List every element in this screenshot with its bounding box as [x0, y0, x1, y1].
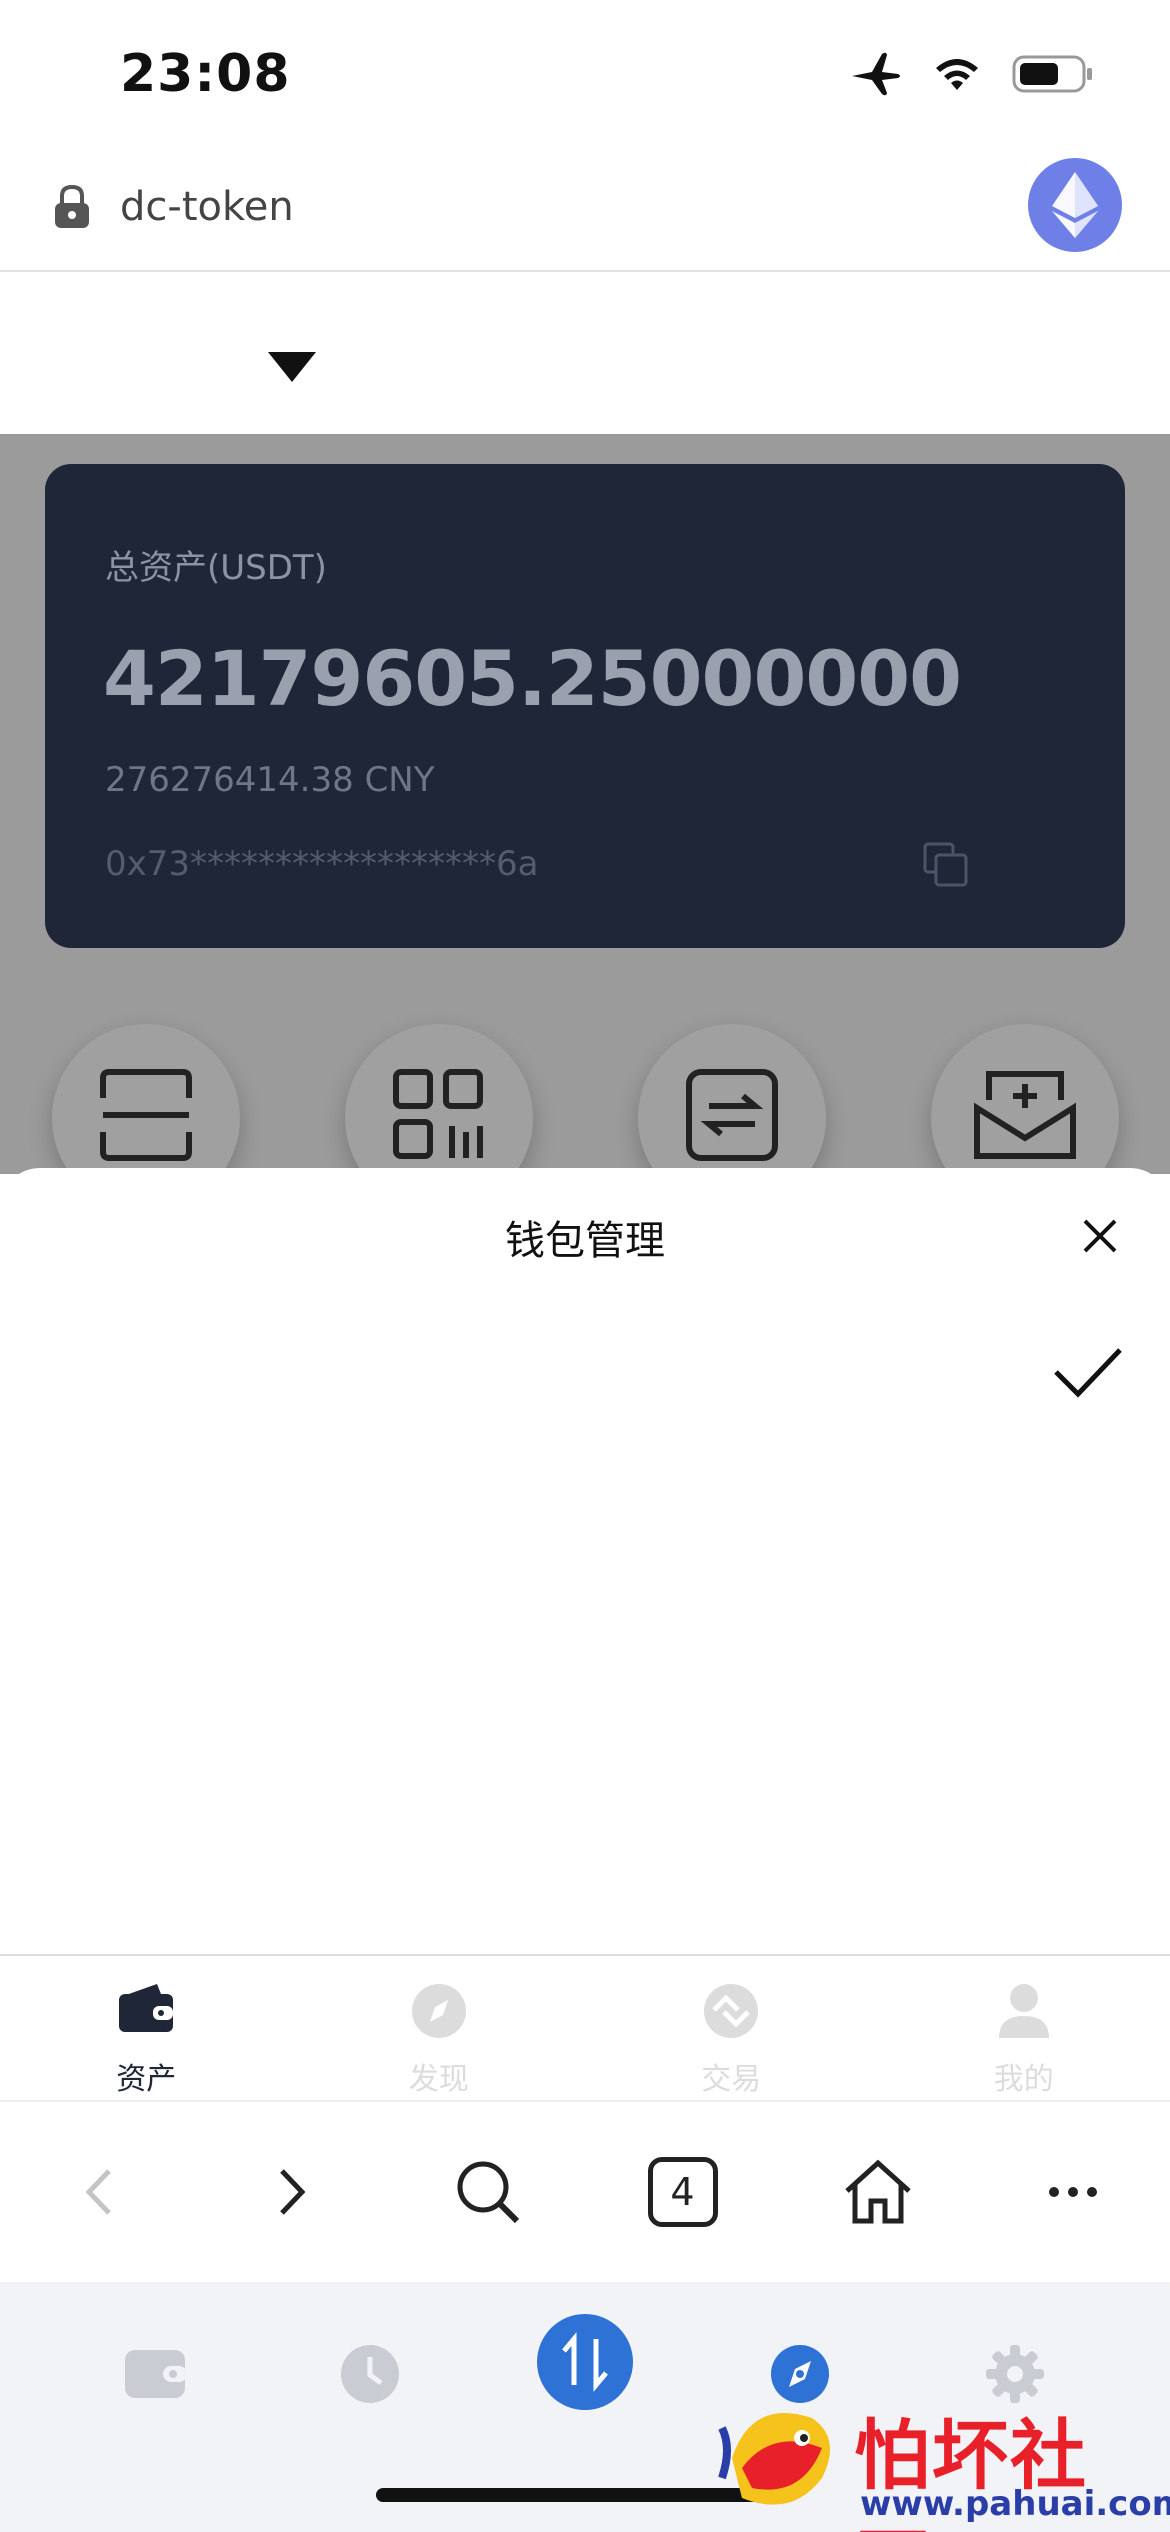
- receive-qr-button[interactable]: [345, 1024, 533, 1174]
- wallet-management-sheet: 钱包管理: [0, 1168, 1170, 1954]
- transfer-button[interactable]: [638, 1024, 826, 1174]
- wifi-icon: [936, 59, 978, 90]
- total-assets-label: 总资产(USDT): [105, 548, 327, 588]
- total-assets-cny: 276276414.38 CNY: [105, 760, 435, 800]
- more-icon: [1048, 2187, 1097, 2197]
- qr-code-icon: [393, 1069, 483, 1159]
- fish-logo-icon: [718, 2413, 830, 2505]
- swap-icon: [537, 2314, 633, 2410]
- airplane-mode-icon: [852, 52, 900, 96]
- chevron-right-icon: [279, 2169, 305, 2215]
- tab-label: 交易: [701, 2062, 762, 2097]
- wallet-selector-area: [0, 272, 1170, 434]
- ethereum-icon: [1052, 172, 1098, 238]
- url-bar[interactable]: dc-token: [0, 140, 1170, 272]
- receive-button[interactable]: [931, 1024, 1119, 1174]
- compass-icon: [411, 1984, 466, 2038]
- chevron-down-icon[interactable]: [268, 352, 316, 382]
- tab-label: 我的: [993, 2062, 1054, 2097]
- dock-history-button[interactable]: [320, 2324, 420, 2424]
- tabs-button[interactable]: 4: [623, 2132, 743, 2252]
- browser-navigation-bar: 4: [0, 2102, 1170, 2282]
- search-button[interactable]: [428, 2132, 548, 2252]
- watermark-url: www.pahuai.com: [860, 2484, 1170, 2524]
- tab-assets[interactable]: 资产: [0, 1956, 293, 2100]
- wallet-icon: [125, 2350, 187, 2398]
- exchange-icon: [704, 1984, 759, 2038]
- forward-button[interactable]: [233, 2132, 353, 2252]
- scan-button[interactable]: [52, 1024, 240, 1174]
- checkmark-icon[interactable]: [1052, 1344, 1124, 1400]
- dock-swap-button[interactable]: [535, 2312, 635, 2412]
- tab-count: 4: [647, 2157, 718, 2227]
- tab-label: 发现: [408, 2062, 469, 2097]
- app-tab-bar: 资产 发现 交易 我的: [0, 1954, 1170, 2102]
- battery-icon: [1012, 55, 1092, 93]
- search-icon: [457, 2161, 519, 2224]
- back-button[interactable]: [38, 2132, 158, 2252]
- tab-me[interactable]: 我的: [878, 1956, 1170, 2100]
- chevron-left-icon: [85, 2169, 111, 2215]
- wallet-address: 0x73******************6a: [105, 844, 539, 884]
- tab-discover[interactable]: 发现: [293, 1956, 586, 2100]
- tab-label: 资产: [116, 2062, 177, 2097]
- total-assets-amount: 42179605.25000000: [103, 634, 962, 723]
- asset-card: 总资产(USDT) 42179605.25000000 276276414.38…: [45, 464, 1125, 948]
- watermark: 怕坏社区 www.pahuai.com: [712, 2388, 1170, 2532]
- home-button[interactable]: [818, 2132, 938, 2252]
- network-badge[interactable]: [1028, 158, 1122, 252]
- sheet-title: 钱包管理: [505, 1218, 665, 1264]
- url-text[interactable]: dc-token: [120, 184, 294, 230]
- history-icon: [341, 2345, 399, 2403]
- copy-icon[interactable]: [921, 840, 971, 890]
- dock-wallet-button[interactable]: [105, 2324, 205, 2424]
- more-button[interactable]: [1013, 2132, 1133, 2252]
- status-icons: [850, 52, 1094, 96]
- background-overlay[interactable]: 总资产(USDT) 42179605.25000000 276276414.38…: [0, 434, 1170, 1174]
- receive-icon: [974, 1071, 1076, 1159]
- transfer-icon: [686, 1069, 778, 1161]
- profile-icon: [998, 1984, 1049, 2038]
- status-bar: 23:08: [0, 0, 1170, 140]
- wallet-icon: [119, 1984, 174, 2032]
- close-icon[interactable]: [1082, 1218, 1118, 1254]
- status-time: 23:08: [120, 44, 291, 104]
- tab-trade[interactable]: 交易: [585, 1956, 878, 2100]
- home-icon: [844, 2159, 911, 2224]
- lock-icon: [55, 184, 89, 228]
- scan-icon: [100, 1069, 192, 1161]
